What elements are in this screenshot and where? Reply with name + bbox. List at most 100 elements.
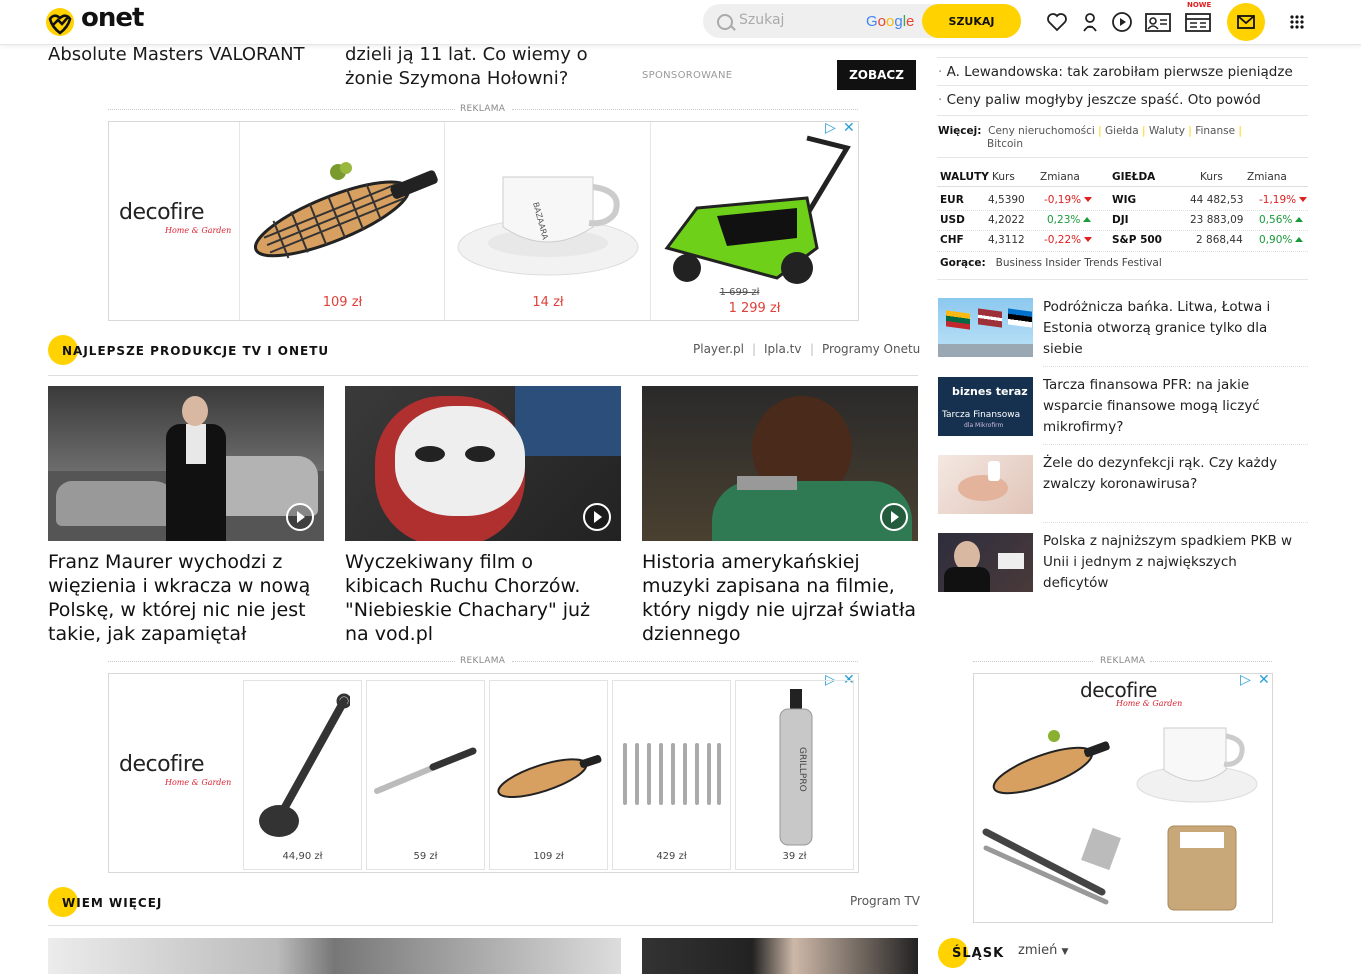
list-rule [937,85,1308,86]
separator: | [752,342,757,356]
ad-product-tongs[interactable]: 59 zł [366,680,485,870]
grill-basket-image [497,755,602,799]
right-list-item[interactable]: · Ceny paliw mogłyby jeszcze spaść. Oto … [938,92,1261,108]
region-change-label: zmień [1018,943,1058,958]
adchoices-icon[interactable]: ▷ [825,120,836,136]
news-title[interactable]: Podróżnicza bańka. Litwa, Łotwa i Estoni… [1043,297,1305,360]
right-list-item[interactable]: · A. Lewandowska: tak zarobiłam pierwsze… [938,64,1293,80]
cup-image [1136,727,1258,803]
story-title-holownia[interactable]: dzieli ją 11 lat. Co wiemy o żonie Szymo… [345,43,630,91]
region-change-dropdown[interactable]: zmień ▼ [1018,943,1068,958]
story-title-valorant[interactable]: Absolute Masters VALORANT [48,43,318,67]
list-rule [1043,444,1308,445]
article-thumbnail[interactable] [642,938,918,974]
ad-product-spoon[interactable]: 44,90 zł [243,680,362,870]
ad-product-spray-bottle[interactable]: GRILLPRO 39 zł [735,680,854,870]
news-title[interactable]: Tarcza finansowa PFR: na jakie wsparcie … [1043,375,1305,438]
ad-banner-decofire-3[interactable]: decofire Home & Garden ▷ ✕ [973,672,1273,923]
video-title[interactable]: Franz Maurer wychodzi z więzienia i wkra… [48,550,318,646]
down-arrow-icon [1084,237,1093,242]
news-thumbnail-tarcza[interactable]: biznes teraz Tarcza Finansowa dla Mikrof… [938,377,1033,436]
onet-logo-text[interactable]: onet [81,3,144,33]
news-thumbnail-hands[interactable] [938,455,1033,514]
ad-product-cutlery[interactable]: 429 zł [612,680,731,870]
news-title[interactable]: Polska z najniższym spadkiem PKB w Unii … [1043,531,1305,594]
search-button[interactable]: SZUKAJ [922,4,1021,38]
video-title[interactable]: Historia amerykańskiej muzyki zapisana n… [642,550,918,646]
heart-icon[interactable] [1045,10,1069,34]
link-bitcoin[interactable]: Bitcoin [987,138,1023,150]
newspaper-icon[interactable] [1184,10,1212,34]
up-arrow-icon [1295,237,1304,242]
table-rule [937,230,1308,231]
mail-button[interactable] [1227,3,1265,41]
list-rule [1043,522,1308,523]
region-title[interactable]: ŚLĄSK [952,946,1004,961]
news-thumbnail-pkb[interactable] [938,533,1033,592]
waluty-header[interactable]: WALUTY [940,171,989,183]
link-ipla[interactable]: Ipla.tv [764,342,801,356]
divider [108,109,455,110]
link-ceny-nieruchomosci[interactable]: Ceny nieruchomości [988,125,1095,137]
article-thumbnail[interactable] [48,938,621,974]
horoscope-icon[interactable] [1078,10,1102,34]
news-thumbnail-flags[interactable] [938,298,1033,357]
id-card-icon[interactable] [1144,10,1172,34]
ad-product-lawnmower[interactable]: ▷ ✕ 1 699 zł 1 299 zł [650,120,858,320]
ad-product-cup[interactable]: BAZAARA 14 zł [444,122,651,320]
ad-close-icon[interactable]: ✕ [1258,672,1270,688]
play-icon[interactable] [583,503,611,531]
gielda-header[interactable]: GIEŁDA [1112,171,1155,183]
video-thumbnail-niebieskie-chachary[interactable] [345,386,621,541]
index-dji[interactable]: DJI [1112,214,1129,226]
ad-brand-sub: Home & Garden [1116,699,1183,708]
search-input[interactable] [737,11,861,29]
link-program-tv[interactable]: Program TV [850,894,920,908]
bullet: · [938,92,943,108]
wiecej-label: Więcej: [938,125,982,137]
currency-chf[interactable]: CHF [940,234,964,246]
play-icon[interactable] [286,503,314,531]
index-wig[interactable]: WIG [1112,194,1136,206]
currency-rate: 4,2022 [988,214,1025,226]
ad-brand-sub: Home & Garden [165,226,232,235]
ad-price: 44,90 zł [282,851,323,862]
ad-label: REKLAMA [460,656,506,666]
list-rule [937,115,1308,116]
waluty-zmiana-header: Zmiana [1040,171,1080,183]
ad-banner-decofire-2[interactable]: decofire Home & Garden ▷ ✕ 44,90 zł 59 z… [108,672,859,873]
grill-basket-image [992,730,1110,795]
link-waluty[interactable]: Waluty [1149,125,1185,137]
link-programy-onetu[interactable]: Programy Onetu [822,342,920,356]
link-finanse[interactable]: Finanse [1195,125,1235,137]
index-sp500[interactable]: S&P 500 [1112,234,1162,246]
currency-eur[interactable]: EUR [940,194,964,206]
video-thumbnail-franz-maurer[interactable] [48,386,324,541]
currency-usd[interactable]: USD [940,214,965,226]
link-gielda[interactable]: Giełda [1105,125,1139,137]
onet-logo-icon[interactable] [44,7,76,37]
video-thumbnail-historia-muzyki[interactable] [642,386,918,541]
google-logo: Google [866,13,915,30]
video-title[interactable]: Wyczekiwany film o kibicach Ruchu Chorzó… [345,550,615,646]
adchoices-icon[interactable]: ▷ [1240,672,1251,688]
ad-banner-decofire-1[interactable]: decofire Home & Garden 109 zł BAZAARA 14… [108,120,859,321]
play-icon[interactable] [880,503,908,531]
index-value: 44 482,53 [1190,194,1244,206]
link-player[interactable]: Player.pl [693,342,744,356]
ad-product-grill-basket[interactable]: 109 zł [239,122,445,320]
menu-grid-icon[interactable] [1289,15,1305,29]
ad-close-icon[interactable]: ✕ [843,120,855,136]
link-gorace[interactable]: Business Insider Trends Festival [996,257,1162,269]
grill-basket-image [253,162,438,259]
section-rule [48,375,918,376]
wood-chips-image [1167,825,1237,911]
zobacz-button[interactable]: ZOBACZ [837,60,916,90]
ad-price: 59 zł [413,851,438,862]
ad-product-grill-basket-small[interactable]: 109 zł [489,680,608,870]
play-video-icon[interactable] [1110,10,1134,34]
news-title[interactable]: Żele do dezynfekcji rąk. Czy każdy zwalc… [1043,453,1305,495]
section-title-wiem-wiecej[interactable]: WIEM WIĘCEJ [62,896,162,910]
section-title-tv[interactable]: NAJLEPSZE PRODUKCJE TV I ONETU [62,344,329,358]
bullet: · [938,64,943,80]
